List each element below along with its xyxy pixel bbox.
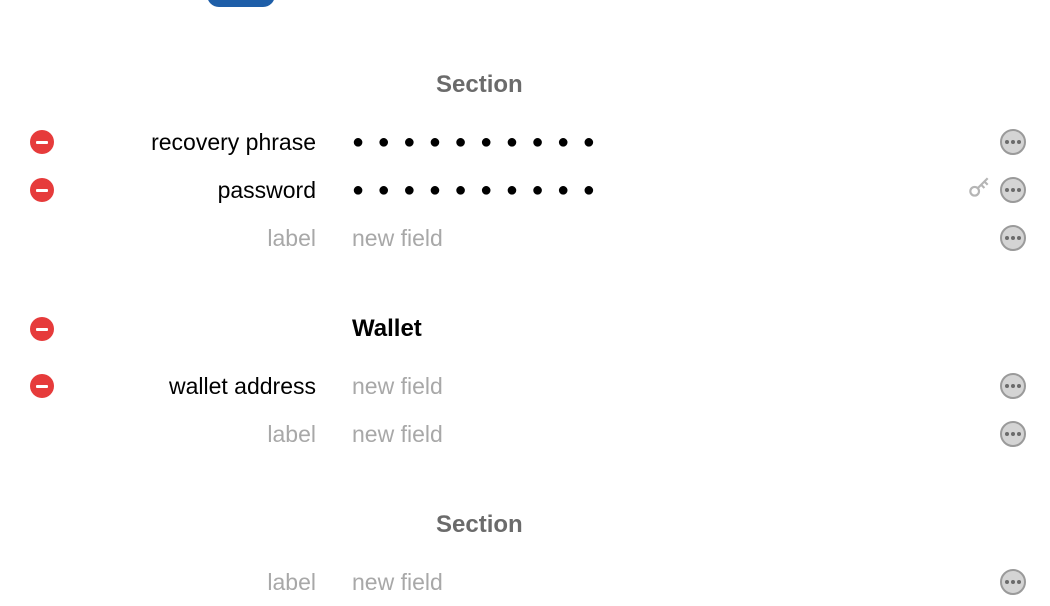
field-value[interactable]: ● ● ● ● ● ● ● ● ● ● [352, 179, 960, 202]
field-row: recovery phrase ● ● ● ● ● ● ● ● ● ● [0, 118, 1050, 166]
header-accent [207, 0, 275, 7]
form-container: Section recovery phrase ● ● ● ● ● ● ● ● … [0, 0, 1050, 606]
field-row: wallet address new field [0, 362, 1050, 410]
remove-section-icon[interactable] [30, 317, 54, 341]
field-label[interactable]: recovery phrase [84, 129, 316, 156]
section-header: Wallet [0, 310, 1050, 348]
more-icon[interactable] [1000, 129, 1026, 155]
section-header: Section [0, 66, 1050, 104]
field-value[interactable]: ● ● ● ● ● ● ● ● ● ● [352, 131, 960, 154]
remove-field-icon[interactable] [30, 130, 54, 154]
field-row: password ● ● ● ● ● ● ● ● ● ● [0, 166, 1050, 214]
remove-field-icon[interactable] [30, 374, 54, 398]
field-value-placeholder[interactable]: new field [352, 373, 960, 400]
section-title[interactable]: Wallet [352, 315, 422, 343]
more-icon[interactable] [1000, 373, 1026, 399]
field-label-placeholder[interactable]: label [84, 569, 316, 596]
key-icon[interactable] [966, 175, 992, 206]
section-block: Wallet wallet address new field label ne… [0, 310, 1050, 458]
section-header: Section [0, 506, 1050, 544]
section-title[interactable]: Section [436, 71, 523, 99]
more-icon[interactable] [1000, 177, 1026, 203]
section-block: Section recovery phrase ● ● ● ● ● ● ● ● … [0, 66, 1050, 262]
concealed-value: ● ● ● ● ● ● ● ● ● ● [352, 131, 599, 154]
field-label[interactable]: wallet address [84, 373, 316, 400]
more-icon[interactable] [1000, 421, 1026, 447]
field-value-placeholder[interactable]: new field [352, 225, 960, 252]
section-block: Section label new field [0, 506, 1050, 606]
field-label-placeholder[interactable]: label [84, 421, 316, 448]
field-row: label new field [0, 214, 1050, 262]
more-icon[interactable] [1000, 569, 1026, 595]
concealed-value: ● ● ● ● ● ● ● ● ● ● [352, 179, 599, 202]
more-icon[interactable] [1000, 225, 1026, 251]
field-row: label new field [0, 558, 1050, 606]
remove-field-icon[interactable] [30, 178, 54, 202]
spacer [0, 0, 1050, 66]
section-title[interactable]: Section [436, 511, 523, 539]
field-label[interactable]: password [84, 177, 316, 204]
field-value-placeholder[interactable]: new field [352, 421, 960, 448]
field-row: label new field [0, 410, 1050, 458]
field-value-placeholder[interactable]: new field [352, 569, 960, 596]
field-label-placeholder[interactable]: label [84, 225, 316, 252]
